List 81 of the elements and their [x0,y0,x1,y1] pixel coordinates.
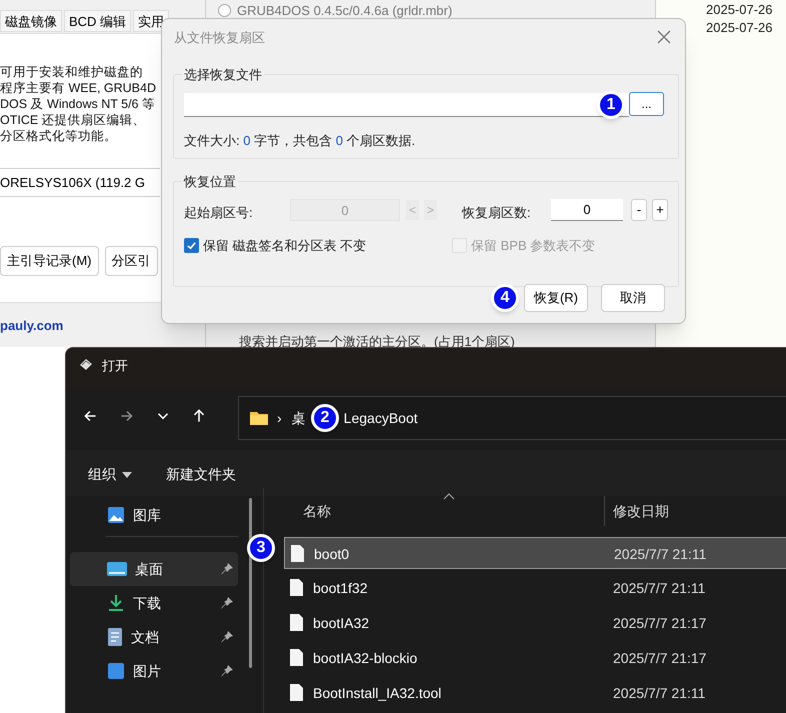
breadcrumb[interactable]: LegacyBoot [344,408,418,428]
sidebar-item[interactable]: 图库 [70,498,238,532]
app-icon [78,356,94,372]
sidebar-item[interactable]: 桌面 [70,552,238,586]
toolbar-button[interactable]: 组织 [88,464,132,485]
desktop-icon [107,561,127,577]
radio-button[interactable] [218,4,231,18]
breadcrumb[interactable]: 桌 [292,408,306,428]
pin-icon [220,630,234,644]
file-row[interactable]: bootIA32 2025/7/7 21:17 [284,607,786,639]
disk-dropdown[interactable]: ORELSYS106X (119.2 G [0,168,160,197]
file-icon [290,579,303,596]
file-date: 2025/7/7 21:17 [613,649,706,668]
description-line: 分区格式化等功能。 [0,128,118,144]
sidebar-label: 图片 [133,662,161,680]
document-icon [107,628,123,646]
description-line: OTICE 还提供扇区编辑、 [0,112,147,128]
file-name: boot0 [314,545,350,564]
browse-button[interactable]: ... [629,92,664,116]
sidebar-label: 桌面 [135,560,163,578]
sort-icon [443,493,455,500]
field-label: 起始扇区号: [184,204,253,222]
description-line: 可用于安装和维护磁盘的 [0,64,144,80]
close-icon[interactable] [657,30,671,44]
sidebar-item[interactable]: 下载 [70,586,238,620]
restore-button[interactable]: 恢复(R) [524,284,588,312]
file-row[interactable]: bootIA32-blockio 2025/7/7 21:17 [284,642,786,674]
file-row[interactable]: boot0 2025/7/7 21:11 [284,537,786,569]
file-icon [290,614,303,631]
file-name: boot1f32 [313,579,368,598]
description-line: 程序主要有 WEE, GRUB4D [0,80,156,96]
pin-icon [220,596,234,610]
cancel-button[interactable]: 取消 [601,284,665,312]
folder-icon [249,410,269,426]
decrement-button[interactable]: - [631,199,647,221]
sidebar-item[interactable]: 文档 [70,620,238,654]
tab[interactable]: BCD 编辑 [64,10,132,32]
sidebar-label: 下载 [133,594,161,612]
tab-button[interactable]: 分区引 [104,246,158,276]
download-icon [107,594,125,612]
sector-count-field[interactable]: 0 [551,199,623,221]
file-icon [290,649,303,666]
checkbox-label: 保留 磁盘签名和分区表 不变 [203,237,366,255]
date-text: 2025-07-26 [706,19,772,37]
checkbox-label: 保留 BPB 参数表不变 [471,237,596,255]
option-label: GRUB4DOS 0.4.5c/0.4.6a (grldr.mbr) [237,2,452,20]
file-date: 2025/7/7 21:11 [613,684,706,703]
tab-button[interactable]: 主引导记录(M) [0,246,98,276]
increment-button[interactable]: + [652,199,668,221]
file-date: 2025/7/7 21:17 [613,614,706,633]
tab[interactable]: 磁盘镜像 [0,10,62,32]
field-label: 恢复扇区数: [462,204,531,222]
checkbox[interactable] [184,238,199,254]
file-date: 2025/7/7 21:11 [613,579,706,598]
dialog-title: 从文件恢复扇区 [174,29,265,47]
toolbar-button[interactable]: 新建文件夹 [166,464,236,485]
sidebar-item[interactable]: 图片 [70,654,238,688]
file-row[interactable]: boot1f32 2025/7/7 21:11 [284,572,786,604]
scrollbar-thumb[interactable] [249,498,252,668]
file-info-text: 文件大小: 0 字节，共包含 0 个扇区数据. [184,132,416,150]
website-link[interactable]: pauly.com [0,316,64,336]
breadcrumb-separator: › [277,408,282,428]
file-name: bootIA32 [313,614,370,633]
file-icon [291,545,304,562]
file-icon [290,684,303,701]
file-row[interactable]: BootInstall_IA32.tool 2025/7/7 21:11 [284,677,786,709]
date-text: 2025-07-26 [706,1,772,19]
file-name: BootInstall_IA32.tool [313,684,442,703]
pin-icon [220,664,234,678]
pin-icon [220,562,234,576]
caret-icon [122,472,132,478]
column-header[interactable]: 修改日期 [613,496,669,526]
description-line: DOS 及 Windows NT 5/6 等 [0,96,156,112]
sidebar-label: 图库 [133,506,161,524]
file-name: bootIA32-blockio [313,649,418,668]
file-date: 2025/7/7 21:11 [614,545,706,564]
column-header[interactable]: 名称 [303,496,331,526]
sidebar-label: 文档 [131,628,159,646]
window-title: 打开 [102,357,128,375]
file-path-field[interactable] [184,93,629,117]
check-icon [186,240,197,252]
